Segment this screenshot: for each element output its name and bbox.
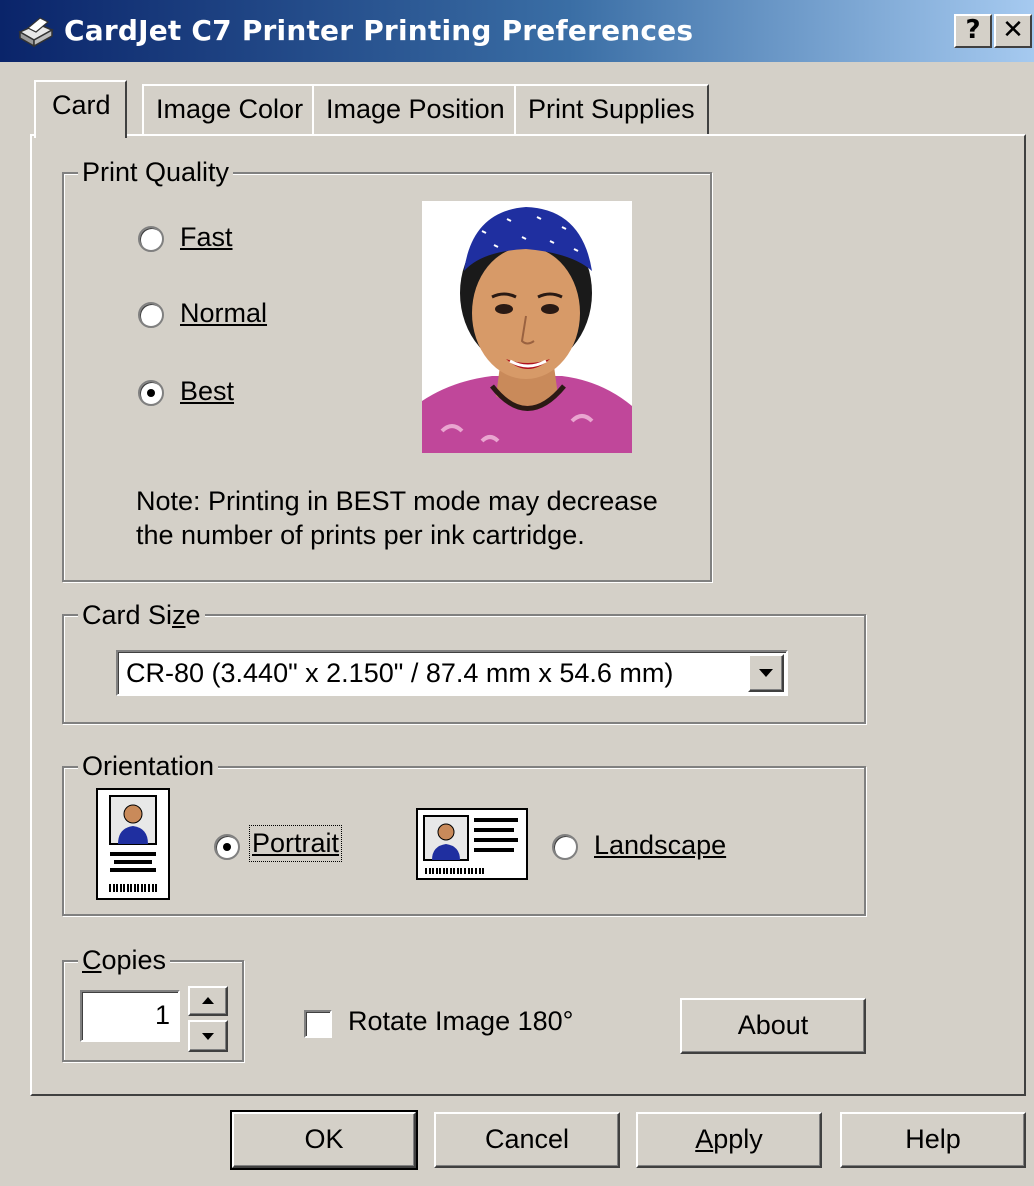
apply-button[interactable]: Apply <box>636 1112 822 1168</box>
normal-label-text: Normal <box>180 298 268 328</box>
chevron-down-icon <box>759 669 773 677</box>
arrow-up-icon <box>202 997 214 1004</box>
title-bar[interactable]: CardJet C7 Printer Printing Preferences … <box>0 0 1034 62</box>
tab-image-position[interactable]: Image Position <box>312 84 519 134</box>
card-size-selected: CR-80 (3.440" x 2.150" / 87.4 mm x 54.6 … <box>126 658 674 688</box>
fast-label-text: Fast <box>180 222 233 252</box>
ok-button[interactable]: OK <box>230 1110 418 1170</box>
portrait-label-text: Portrait <box>252 828 340 858</box>
landscape-label[interactable]: Landscape <box>594 830 726 861</box>
tab-print-supplies[interactable]: Print Supplies <box>514 84 709 134</box>
rotate-label[interactable]: Rotate Image 180° <box>348 1006 573 1037</box>
window-title: CardJet C7 Printer Printing Preferences <box>64 14 694 47</box>
copies-up-button[interactable] <box>188 986 228 1016</box>
copies-legend: Copies <box>78 945 171 976</box>
tab-image-color[interactable]: Image Color <box>142 84 318 134</box>
orientation-legend: Orientation <box>78 751 219 782</box>
quality-note-line1: Note: Printing in BEST mode may decrease <box>136 486 658 516</box>
landscape-label-text: Landscape <box>594 830 727 860</box>
best-label-text: Best <box>180 376 235 406</box>
copies-value: 1 <box>154 1000 170 1030</box>
arrow-down-icon <box>202 1033 214 1040</box>
card-size-dropdown[interactable]: CR-80 (3.440" x 2.150" / 87.4 mm x 54.6 … <box>116 650 788 696</box>
copies-input[interactable]: 1 <box>80 990 180 1042</box>
rotate-checkbox[interactable] <box>304 1010 332 1038</box>
portrait-radio[interactable] <box>214 834 240 860</box>
tab-card[interactable]: Card <box>34 80 127 138</box>
normal-radio[interactable] <box>138 302 164 328</box>
printer-icon <box>18 17 54 48</box>
help-button[interactable]: Help <box>840 1112 1026 1168</box>
card-size-dropdown-button[interactable] <box>748 654 784 692</box>
best-radio[interactable] <box>138 380 164 406</box>
help-title-button[interactable]: ? <box>954 14 992 48</box>
copies-down-button[interactable] <box>188 1020 228 1052</box>
sample-portrait-photo <box>422 201 632 453</box>
about-button[interactable]: About <box>680 998 866 1054</box>
cancel-button[interactable]: Cancel <box>434 1112 620 1168</box>
fast-radio[interactable] <box>138 226 164 252</box>
close-title-button[interactable]: ✕ <box>994 14 1032 48</box>
portrait-card-icon <box>96 788 170 900</box>
normal-label[interactable]: Normal <box>180 298 267 329</box>
card-size-legend: Card Size <box>78 600 205 631</box>
best-label[interactable]: Best <box>180 376 234 407</box>
landscape-card-icon <box>416 808 528 880</box>
portrait-label[interactable]: Portrait <box>248 825 343 862</box>
print-quality-legend: Print Quality <box>78 157 234 188</box>
fast-label[interactable]: Fast <box>180 222 233 253</box>
quality-note-line2: the number of prints per ink cartridge. <box>136 520 585 550</box>
landscape-radio[interactable] <box>552 834 578 860</box>
